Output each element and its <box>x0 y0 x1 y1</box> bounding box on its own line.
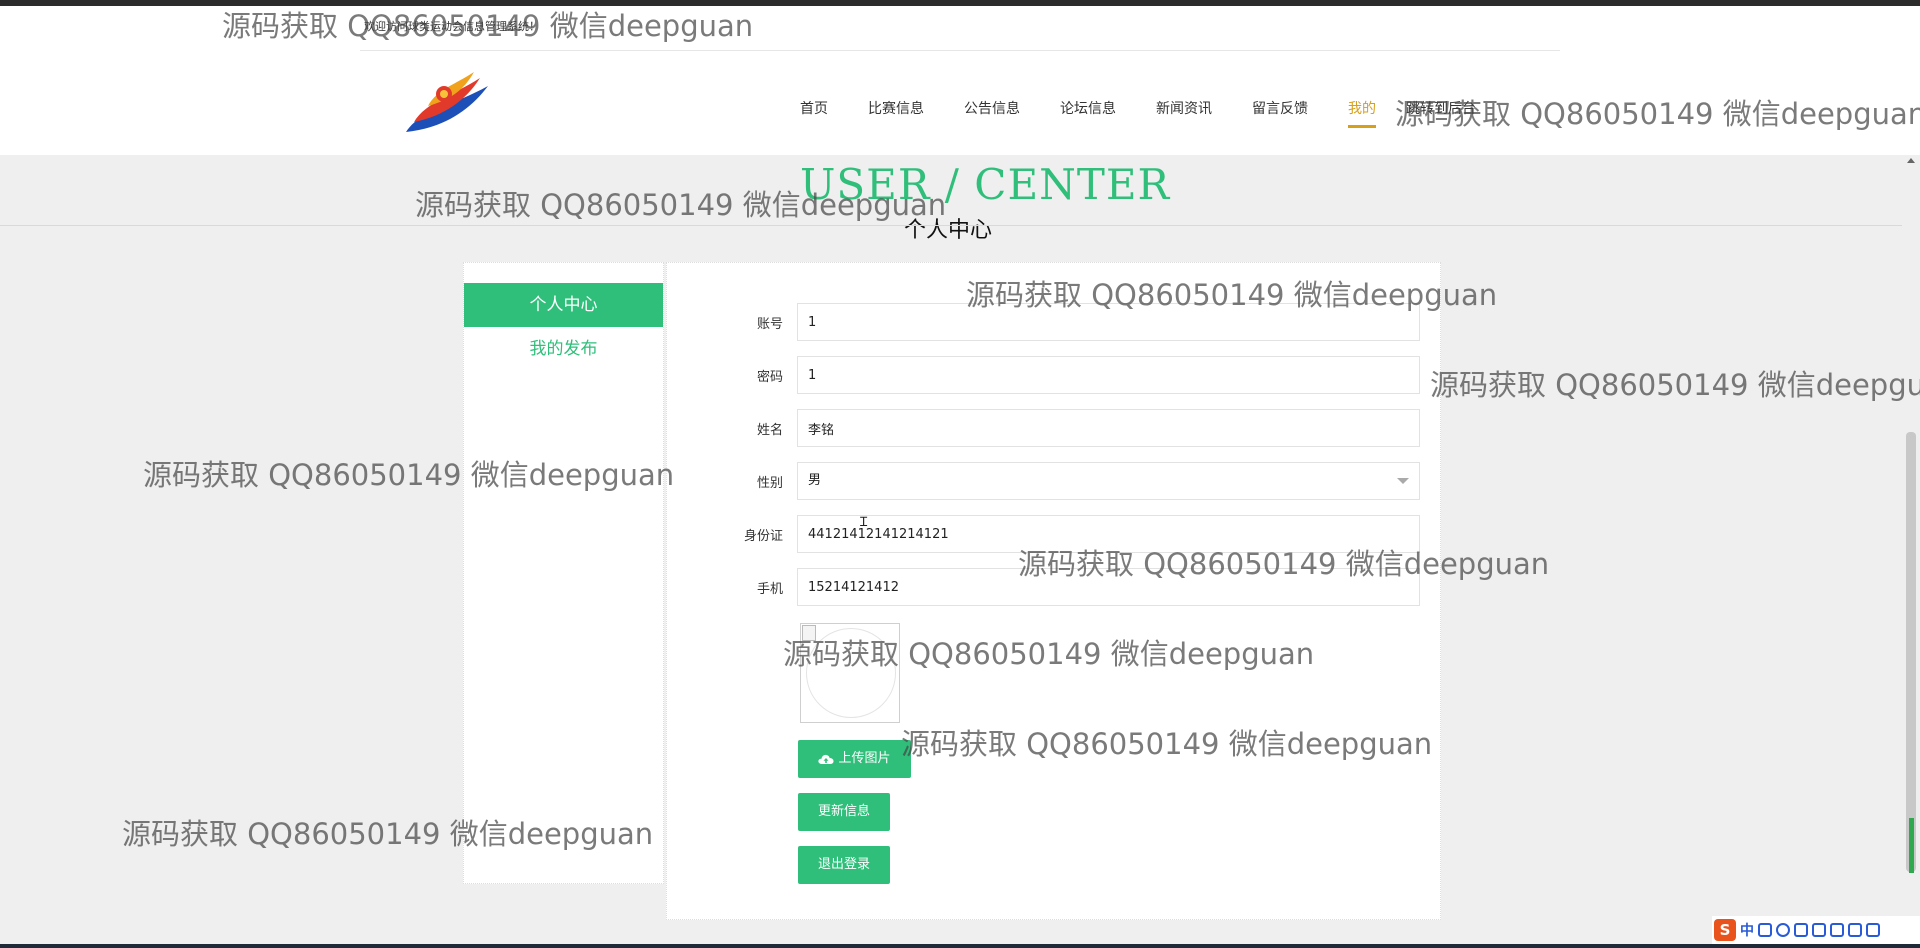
title-divider <box>0 225 1902 226</box>
scroll-up-arrow-icon[interactable] <box>1907 158 1915 163</box>
phone-label: 手机 <box>756 582 783 597</box>
welcome-text: 欢迎访问球类运动会信息管理系统！ <box>364 20 540 33</box>
page-title: 个人中心 <box>904 218 993 243</box>
update-info-button[interactable]: 更新信息 <box>798 793 890 831</box>
upload-image-label: 上传图片 <box>838 751 891 766</box>
scrollbar-thumb[interactable] <box>1906 432 1916 872</box>
id-card-field[interactable] <box>797 515 1420 553</box>
upload-image-button[interactable]: 上传图片 <box>798 740 911 778</box>
keyboard-icon[interactable] <box>1812 923 1826 937</box>
nav-item-mine[interactable]: 我的 <box>1348 98 1376 130</box>
account-label: 账号 <box>756 317 783 332</box>
emoji-icon[interactable] <box>1776 923 1790 937</box>
taskbar-strip <box>0 944 1920 948</box>
name-label: 姓名 <box>756 423 783 438</box>
nav-item-feedback[interactable]: 留言反馈 <box>1252 98 1308 130</box>
page-title-english: USER / CENTER <box>800 160 1171 209</box>
password-field[interactable] <box>797 356 1420 394</box>
header-divider <box>360 50 1560 51</box>
logout-button[interactable]: 退出登录 <box>798 846 890 884</box>
nav-item-admin[interactable]: 跳转到后台 <box>1406 98 1476 130</box>
nav-item-matches[interactable]: 比赛信息 <box>868 98 924 130</box>
avatar-placeholder-circle <box>806 628 896 718</box>
sogou-logo-icon[interactable]: S <box>1714 919 1736 941</box>
watermark-text: 源码获取 QQ86050149 微信deepguan <box>1430 368 1920 402</box>
password-label: 密码 <box>756 370 783 385</box>
gender-label: 性别 <box>756 476 783 491</box>
text-cursor-icon: Ɪ <box>860 515 868 530</box>
skin-icon[interactable] <box>1848 923 1862 937</box>
site-logo[interactable] <box>400 66 496 142</box>
phone-field[interactable] <box>797 568 1420 606</box>
scrollbar-indicator <box>1909 818 1914 873</box>
ime-toolbar: S 中 <box>1712 916 1920 944</box>
name-field[interactable] <box>797 409 1420 447</box>
user-icon[interactable] <box>1830 923 1844 937</box>
nav-item-forum[interactable]: 论坛信息 <box>1060 98 1116 130</box>
user-sidebar: 个人中心 我的发布 <box>463 262 664 884</box>
site-header <box>0 6 1920 155</box>
microphone-icon[interactable] <box>1794 923 1808 937</box>
broken-image-icon <box>802 625 816 641</box>
id-card-label: 身份证 <box>743 529 783 544</box>
chevron-down-icon[interactable] <box>1397 478 1409 484</box>
account-field[interactable] <box>797 303 1420 341</box>
main-nav: 首页 比赛信息 公告信息 论坛信息 新闻资讯 留言反馈 我的 跳转到后台 <box>800 98 1516 130</box>
cloud-upload-icon <box>818 754 834 764</box>
nav-item-home[interactable]: 首页 <box>800 98 828 130</box>
nav-item-notices[interactable]: 公告信息 <box>964 98 1020 130</box>
sidebar-item-my-posts[interactable]: 我的发布 <box>464 327 663 371</box>
toolbox-icon[interactable] <box>1866 923 1880 937</box>
nav-item-news[interactable]: 新闻资讯 <box>1156 98 1212 130</box>
punctuation-icon[interactable] <box>1758 923 1772 937</box>
ime-mode-toggle[interactable]: 中 <box>1740 920 1754 940</box>
sidebar-item-profile[interactable]: 个人中心 <box>464 283 663 327</box>
gender-select[interactable]: 男 <box>797 462 1420 500</box>
